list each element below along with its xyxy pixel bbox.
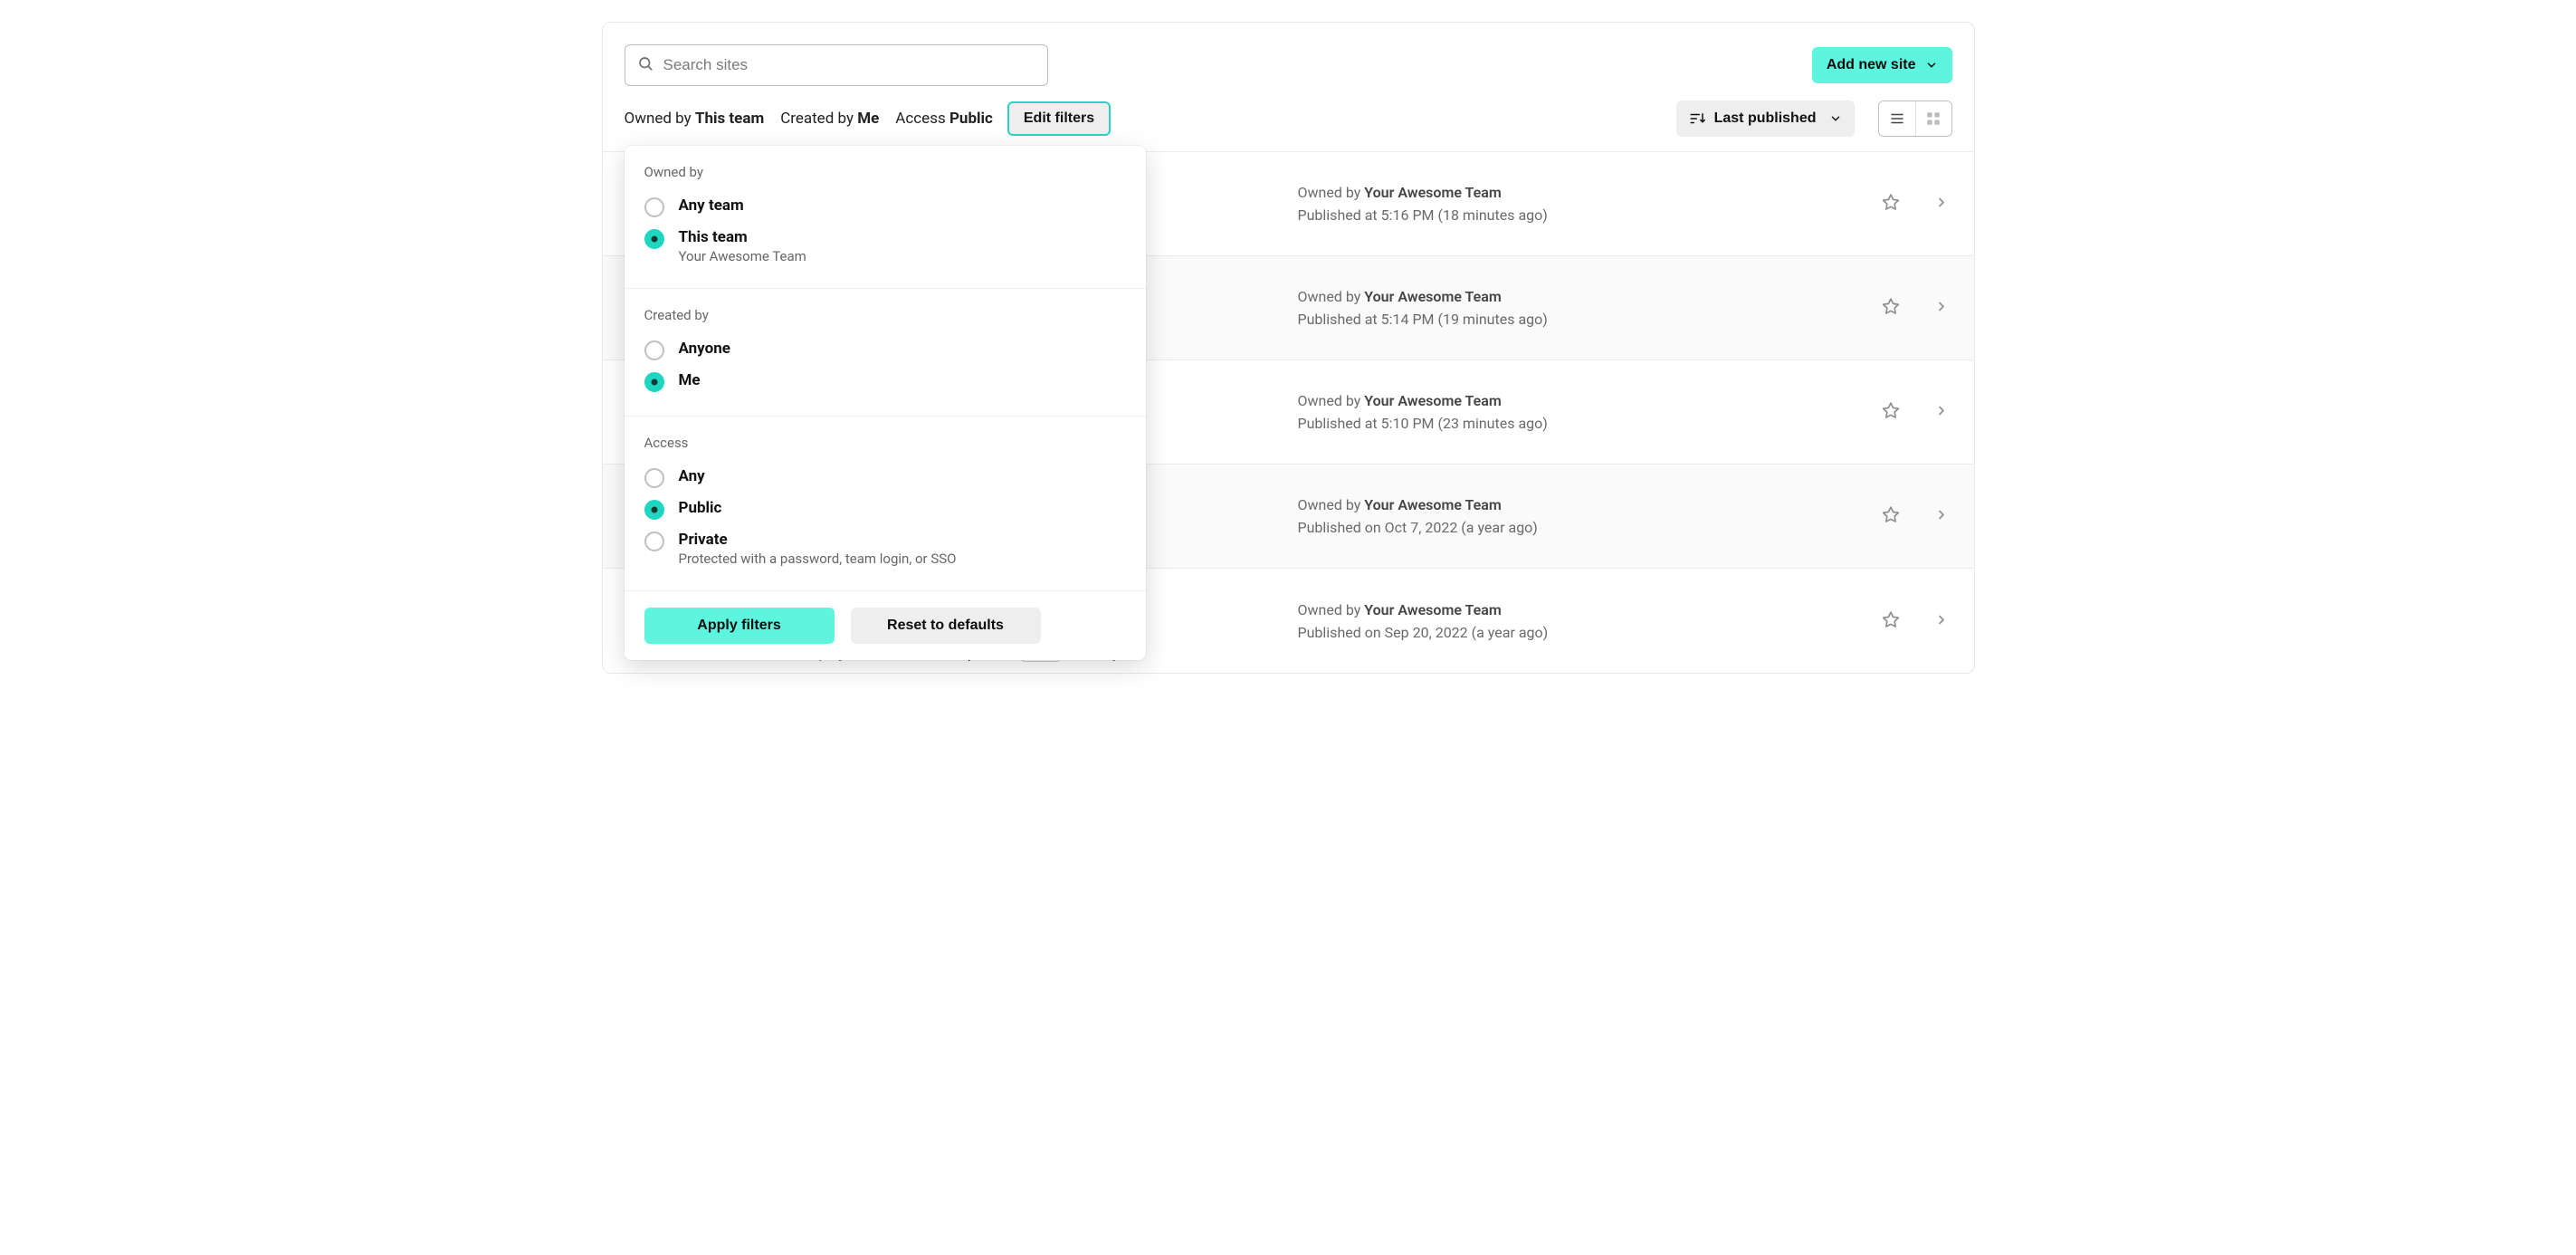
filter-section-label: Access bbox=[644, 435, 1126, 451]
radio-title: Any bbox=[679, 467, 705, 485]
open-site-button[interactable] bbox=[1931, 608, 1952, 633]
filter-section-access: Access Any Public bbox=[625, 417, 1146, 591]
star-icon bbox=[1882, 402, 1900, 420]
site-owner-line: Owned by Your Awesome Team bbox=[1298, 496, 1884, 513]
sort-label: Last published bbox=[1714, 110, 1817, 127]
radio-icon bbox=[644, 372, 664, 392]
radio-icon bbox=[644, 532, 664, 551]
radio-created-anyone[interactable]: Anyone bbox=[644, 334, 1126, 366]
radio-access-any[interactable]: Any bbox=[644, 462, 1126, 493]
favorite-button[interactable] bbox=[1878, 294, 1903, 322]
filter-section-label: Created by bbox=[644, 307, 1126, 323]
reset-filters-button[interactable]: Reset to defaults bbox=[851, 608, 1041, 644]
chevron-right-icon bbox=[1934, 404, 1949, 418]
filter-popover: Owned by Any team This team Your Awesome… bbox=[625, 146, 1146, 660]
radio-title: Me bbox=[679, 371, 701, 389]
apply-filters-button[interactable]: Apply filters bbox=[644, 608, 835, 644]
sort-button[interactable]: Last published bbox=[1676, 101, 1855, 137]
radio-access-private[interactable]: Private Protected with a password, team … bbox=[644, 525, 1126, 572]
filter-section-owned: Owned by Any team This team Your Awesome… bbox=[625, 146, 1146, 289]
add-new-site-button[interactable]: Add new site bbox=[1812, 47, 1952, 83]
filter-access: Access Public bbox=[895, 110, 993, 128]
search-icon bbox=[637, 55, 654, 75]
radio-title: Public bbox=[679, 499, 722, 517]
radio-access-public[interactable]: Public bbox=[644, 493, 1126, 525]
owned-by-label: Owned by bbox=[1298, 496, 1365, 513]
open-site-button[interactable] bbox=[1931, 296, 1952, 321]
sort-icon bbox=[1689, 110, 1705, 127]
view-list-button[interactable] bbox=[1879, 101, 1915, 136]
edit-filters-button[interactable]: Edit filters bbox=[1007, 101, 1111, 136]
owned-by-label: Owned by bbox=[1298, 392, 1365, 409]
site-owner-line: Owned by Your Awesome Team bbox=[1298, 184, 1884, 201]
search-field-wrap bbox=[625, 44, 1048, 86]
filter-summary: Owned by This team Created by Me Access … bbox=[625, 110, 993, 128]
search-input[interactable] bbox=[625, 44, 1048, 86]
site-owner-line: Owned by Your Awesome Team bbox=[1298, 392, 1884, 409]
radio-icon bbox=[644, 229, 664, 249]
radio-icon bbox=[644, 197, 664, 217]
site-published-line: Published at 5:14 PM (19 minutes ago) bbox=[1298, 311, 1884, 328]
radio-created-me[interactable]: Me bbox=[644, 366, 1126, 398]
filter-created-label: Created by bbox=[780, 110, 854, 128]
radio-subtitle: Your Awesome Team bbox=[679, 248, 806, 264]
chevron-right-icon bbox=[1934, 300, 1949, 314]
open-site-button[interactable] bbox=[1931, 400, 1952, 425]
filter-popover-actions: Apply filters Reset to defaults bbox=[625, 591, 1146, 660]
star-icon bbox=[1882, 610, 1900, 628]
open-site-button[interactable] bbox=[1931, 504, 1952, 529]
site-published-line: Published at 5:10 PM (23 minutes ago) bbox=[1298, 415, 1884, 432]
radio-owned-this-team[interactable]: This team Your Awesome Team bbox=[644, 223, 1126, 270]
site-owner-name: Your Awesome Team bbox=[1364, 601, 1501, 618]
filter-section-created: Created by Anyone Me bbox=[625, 289, 1146, 417]
view-grid-button[interactable] bbox=[1915, 101, 1951, 136]
radio-icon bbox=[644, 500, 664, 520]
site-owner-line: Owned by Your Awesome Team bbox=[1298, 601, 1884, 618]
radio-title: Anyone bbox=[679, 340, 730, 358]
chevron-right-icon bbox=[1934, 612, 1949, 627]
site-owner-line: Owned by Your Awesome Team bbox=[1298, 288, 1884, 305]
radio-icon bbox=[644, 340, 664, 360]
radio-title: This team bbox=[679, 228, 806, 246]
favorite-button[interactable] bbox=[1878, 503, 1903, 531]
filter-access-value: Public bbox=[949, 110, 993, 128]
owned-by-label: Owned by bbox=[1298, 601, 1365, 618]
site-owner-name: Your Awesome Team bbox=[1364, 496, 1501, 513]
favorite-button[interactable] bbox=[1878, 190, 1903, 218]
favorite-button[interactable] bbox=[1878, 607, 1903, 635]
radio-owned-any-team[interactable]: Any team bbox=[644, 191, 1126, 223]
radio-title: Private bbox=[679, 531, 957, 549]
open-site-button[interactable] bbox=[1931, 192, 1952, 216]
site-owner-name: Your Awesome Team bbox=[1364, 392, 1501, 409]
site-published-line: Published on Oct 7, 2022 (a year ago) bbox=[1298, 519, 1884, 536]
chevron-down-icon bbox=[1829, 112, 1842, 125]
filter-created: Created by Me bbox=[780, 110, 879, 128]
chevron-right-icon bbox=[1934, 508, 1949, 522]
favorite-button[interactable] bbox=[1878, 398, 1903, 426]
site-owner-name: Your Awesome Team bbox=[1364, 184, 1501, 201]
add-new-site-label: Add new site bbox=[1827, 57, 1916, 73]
star-icon bbox=[1882, 298, 1900, 316]
filter-section-label: Owned by bbox=[644, 164, 1126, 180]
chevron-down-icon bbox=[1925, 59, 1938, 72]
radio-title: Any team bbox=[679, 196, 744, 215]
filter-owned-label: Owned by bbox=[625, 110, 692, 128]
filter-created-value: Me bbox=[857, 110, 879, 128]
site-published-line: Published on Sep 20, 2022 (a year ago) bbox=[1298, 624, 1884, 641]
view-toggle bbox=[1878, 101, 1952, 137]
star-icon bbox=[1882, 194, 1900, 212]
chevron-right-icon bbox=[1934, 196, 1949, 210]
site-published-line: Published at 5:16 PM (18 minutes ago) bbox=[1298, 206, 1884, 224]
filter-access-label: Access bbox=[895, 110, 945, 128]
filter-owned: Owned by This team bbox=[625, 110, 765, 128]
star-icon bbox=[1882, 506, 1900, 524]
radio-subtitle: Protected with a password, team login, o… bbox=[679, 551, 957, 567]
site-owner-name: Your Awesome Team bbox=[1364, 288, 1501, 305]
owned-by-label: Owned by bbox=[1298, 184, 1365, 201]
owned-by-label: Owned by bbox=[1298, 288, 1365, 305]
filter-owned-value: This team bbox=[695, 110, 764, 128]
radio-icon bbox=[644, 468, 664, 488]
